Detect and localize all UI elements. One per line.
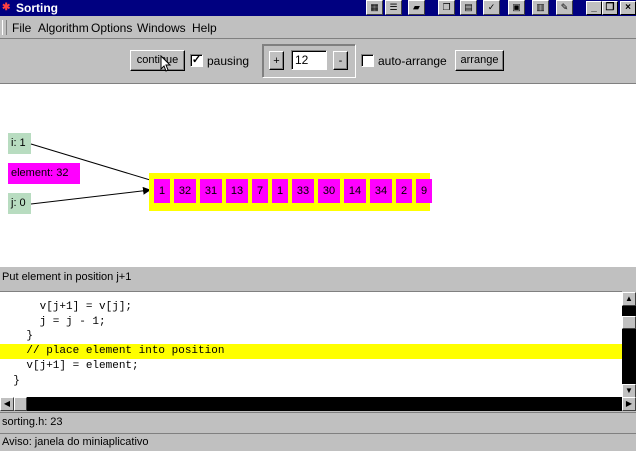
- applet-status-bar: Aviso: janela do miniaplicativo: [0, 433, 636, 451]
- array-cell: 1: [272, 179, 288, 203]
- array-cell: 7: [252, 179, 268, 203]
- array-cell: 13: [226, 179, 248, 203]
- array-cell: 32: [174, 179, 196, 203]
- array-cell: 2: [396, 179, 412, 203]
- code-line-highlighted: // place element into position: [0, 344, 622, 359]
- code-line: v[j+1] = element;: [0, 360, 139, 372]
- scroll-left-button[interactable]: ◀: [0, 397, 14, 411]
- array-cell: 9: [416, 179, 432, 203]
- scroll-thumb[interactable]: [622, 316, 636, 329]
- code-line: j = j - 1;: [0, 316, 106, 328]
- file-position-text: sorting.h: 23: [2, 416, 63, 428]
- code-pane[interactable]: v[j+1] = v[j]; j = j - 1; } // place ele…: [0, 291, 622, 398]
- applet-status-text: Aviso: janela do miniaplicativo: [2, 436, 149, 448]
- scroll-up-button[interactable]: ▲: [622, 292, 636, 306]
- array-cell: 34: [370, 179, 392, 203]
- code-line: v[j+1] = v[j];: [0, 301, 133, 313]
- code-line: }: [0, 330, 34, 342]
- arrow-j: [30, 186, 151, 205]
- scroll-right-button[interactable]: ▶: [622, 397, 636, 411]
- scroll-down-button[interactable]: ▼: [622, 384, 636, 398]
- array-cell: 31: [200, 179, 222, 203]
- array-cell: 14: [344, 179, 366, 203]
- status-text: Put element in position j+1: [2, 271, 132, 283]
- array-cell: 1: [154, 179, 170, 203]
- code-line: }: [0, 375, 20, 387]
- horizontal-scrollbar[interactable]: ◀ ▶: [0, 397, 636, 411]
- array-cell: 33: [292, 179, 314, 203]
- status-bar: Put element in position j+1: [0, 267, 636, 289]
- vertical-scrollbar[interactable]: ▲ ▼: [622, 292, 636, 398]
- horizontal-scroll-thumb[interactable]: [14, 397, 27, 411]
- file-position-bar: sorting.h: 23: [0, 412, 636, 433]
- array-cell: 30: [318, 179, 340, 203]
